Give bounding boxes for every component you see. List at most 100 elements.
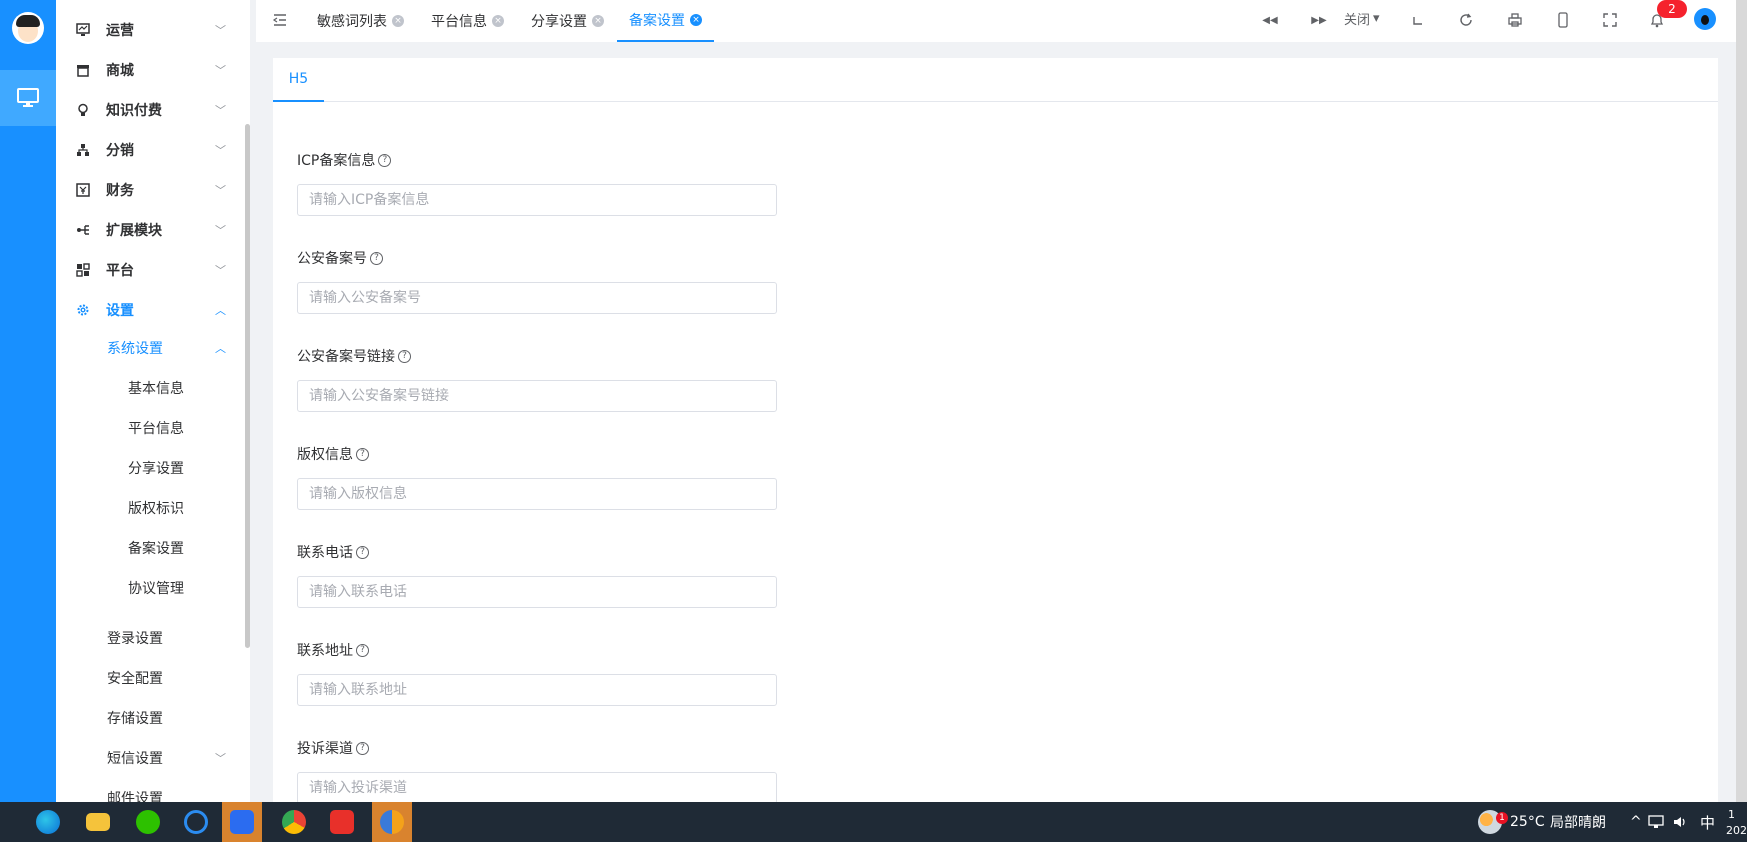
tab-h5[interactable]: H5 bbox=[273, 58, 324, 102]
menu-item-label: 平台 bbox=[106, 263, 134, 279]
forward-double-icon[interactable]: ▶▶ bbox=[1309, 10, 1329, 30]
submenu-label: 平台信息 bbox=[128, 421, 184, 437]
platform-tabs: H5 bbox=[273, 58, 1718, 102]
submenu-share-settings[interactable]: 分享设置 bbox=[56, 448, 246, 488]
complaint-channel-label: 投诉渠道 ? bbox=[297, 738, 369, 758]
submenu-agreement-management[interactable]: 协议管理 bbox=[56, 568, 246, 608]
monitor-chart-icon bbox=[76, 23, 90, 37]
printer-icon[interactable] bbox=[1505, 10, 1525, 30]
menu-item-settings[interactable]: 设置 ︿ bbox=[56, 290, 246, 330]
menu-item-knowledge-pay[interactable]: 知识付费 ﹀ bbox=[56, 90, 246, 130]
search-app-icon[interactable] bbox=[176, 802, 216, 842]
submenu-storage-settings[interactable]: 存储设置 bbox=[56, 698, 246, 738]
fullscreen-icon[interactable] bbox=[1600, 10, 1620, 30]
police-filing-link-input[interactable] bbox=[297, 380, 777, 412]
menu-item-platform[interactable]: 平台 ﹀ bbox=[56, 250, 246, 290]
copyright-label: 版权信息 ? bbox=[297, 444, 369, 464]
tab-share-settings[interactable]: 分享设置 × bbox=[531, 0, 604, 42]
clock-date[interactable]: 202 bbox=[1726, 810, 1747, 842]
help-icon[interactable]: ? bbox=[356, 643, 369, 657]
menu-item-label: 运营 bbox=[106, 23, 134, 39]
app-rail bbox=[0, 0, 56, 802]
volume-icon[interactable] bbox=[1668, 802, 1692, 842]
help-icon[interactable]: ? bbox=[378, 153, 392, 167]
weather-temperature[interactable]: 25°C bbox=[1510, 802, 1545, 842]
menu-item-mall[interactable]: 商城 ﹀ bbox=[56, 50, 246, 90]
refresh-icon[interactable] bbox=[1456, 10, 1476, 30]
weather-description[interactable]: 局部晴朗 bbox=[1550, 802, 1606, 842]
submenu-label: 分享设置 bbox=[128, 461, 184, 477]
close-icon[interactable]: × bbox=[690, 14, 702, 26]
tab-filing-settings[interactable]: 备案设置 × bbox=[617, 0, 714, 42]
rail-item-console[interactable] bbox=[0, 70, 56, 126]
menu-item-label: 设置 bbox=[106, 303, 134, 319]
help-icon[interactable]: ? bbox=[356, 447, 369, 461]
help-icon[interactable]: ? bbox=[398, 349, 411, 363]
user-avatar[interactable] bbox=[12, 12, 44, 44]
address-input[interactable] bbox=[297, 674, 777, 706]
copyright-input[interactable] bbox=[297, 478, 777, 510]
wps-icon[interactable] bbox=[322, 802, 362, 842]
menu-scrollbar[interactable] bbox=[245, 124, 250, 648]
submenu-email-settings[interactable]: 邮件设置 bbox=[56, 778, 246, 802]
side-menu: 运营 ﹀ 商城 ﹀ 知识付费 ﹀ 分销 ﹀ 财务 ﹀ 扩展模块 ﹀ 平台 ﹀ 设… bbox=[56, 0, 250, 802]
chrome-icon[interactable] bbox=[274, 802, 314, 842]
field-label-text: ICP备案信息 bbox=[297, 153, 376, 169]
submenu-sms-settings[interactable]: 短信设置 ﹀ bbox=[56, 738, 246, 778]
chevron-down-icon: ﹀ bbox=[215, 144, 226, 157]
submenu-basic-info[interactable]: 基本信息 bbox=[56, 368, 246, 408]
submenu-security-config[interactable]: 安全配置 bbox=[56, 658, 246, 698]
back-double-icon[interactable]: ◀◀ bbox=[1260, 10, 1280, 30]
wechat-icon[interactable] bbox=[128, 802, 168, 842]
store-icon bbox=[76, 63, 90, 77]
close-icon[interactable]: × bbox=[492, 15, 504, 27]
submenu-login-settings[interactable]: 登录设置 bbox=[56, 618, 246, 658]
tab-label: 平台信息 bbox=[431, 14, 487, 30]
icp-input[interactable] bbox=[297, 184, 777, 216]
phone-input[interactable] bbox=[297, 576, 777, 608]
tab-label: 备案设置 bbox=[629, 13, 685, 29]
close-dropdown-label: 关闭 bbox=[1344, 12, 1371, 28]
chrome-canary-icon[interactable] bbox=[372, 802, 412, 842]
tab-sensitive-words[interactable]: 敏感词列表 × bbox=[317, 0, 404, 42]
user-menu-avatar[interactable] bbox=[1694, 8, 1716, 30]
field-label-text: 联系地址 bbox=[297, 643, 353, 659]
submenu-label: 安全配置 bbox=[107, 671, 163, 687]
menu-item-label: 分销 bbox=[106, 143, 134, 159]
menu-item-operations[interactable]: 运营 ﹀ bbox=[56, 10, 246, 50]
submenu-system-settings[interactable]: 系统设置 ︿ bbox=[56, 328, 246, 368]
chevron-up-icon: ︿ bbox=[215, 304, 226, 317]
complaint-channel-input[interactable] bbox=[297, 772, 777, 804]
feishu-icon[interactable] bbox=[222, 802, 262, 842]
notification-badge: 2 bbox=[1657, 0, 1687, 18]
menu-item-extensions[interactable]: 扩展模块 ﹀ bbox=[56, 210, 246, 250]
field-label-text: 联系电话 bbox=[297, 545, 353, 561]
page-scrollbar[interactable] bbox=[1736, 0, 1747, 802]
file-explorer-icon[interactable] bbox=[78, 802, 118, 842]
help-icon[interactable]: ? bbox=[356, 545, 369, 559]
help-icon[interactable]: ? bbox=[370, 251, 383, 265]
tab-platform-info[interactable]: 平台信息 × bbox=[431, 0, 504, 42]
menu-item-distribution[interactable]: 分销 ﹀ bbox=[56, 130, 246, 170]
chevron-up-icon: ︿ bbox=[215, 342, 226, 355]
submenu-label: 系统设置 bbox=[107, 341, 163, 357]
bracket-icon[interactable] bbox=[1408, 10, 1428, 30]
ime-indicator[interactable]: 中 bbox=[1700, 802, 1715, 842]
close-dropdown[interactable]: 关闭 ▾ bbox=[1344, 0, 1380, 36]
submenu-copyright-mark[interactable]: 版权标识 bbox=[56, 488, 246, 528]
gear-icon bbox=[76, 303, 90, 317]
network-icon[interactable] bbox=[1644, 802, 1668, 842]
chevron-down-icon: ﹀ bbox=[215, 264, 226, 277]
collapse-menu-icon[interactable] bbox=[272, 12, 288, 28]
close-icon[interactable]: × bbox=[592, 15, 604, 27]
edge-icon[interactable] bbox=[28, 802, 68, 842]
mobile-icon[interactable] bbox=[1553, 10, 1573, 30]
police-filing-input[interactable] bbox=[297, 282, 777, 314]
submenu-label: 存储设置 bbox=[107, 711, 163, 727]
submenu-platform-info[interactable]: 平台信息 bbox=[56, 408, 246, 448]
tray-chevron-icon[interactable]: ^ bbox=[1630, 802, 1642, 842]
close-icon[interactable]: × bbox=[392, 15, 404, 27]
help-icon[interactable]: ? bbox=[356, 741, 369, 755]
submenu-filing-settings[interactable]: 备案设置 bbox=[56, 528, 246, 568]
menu-item-finance[interactable]: 财务 ﹀ bbox=[56, 170, 246, 210]
